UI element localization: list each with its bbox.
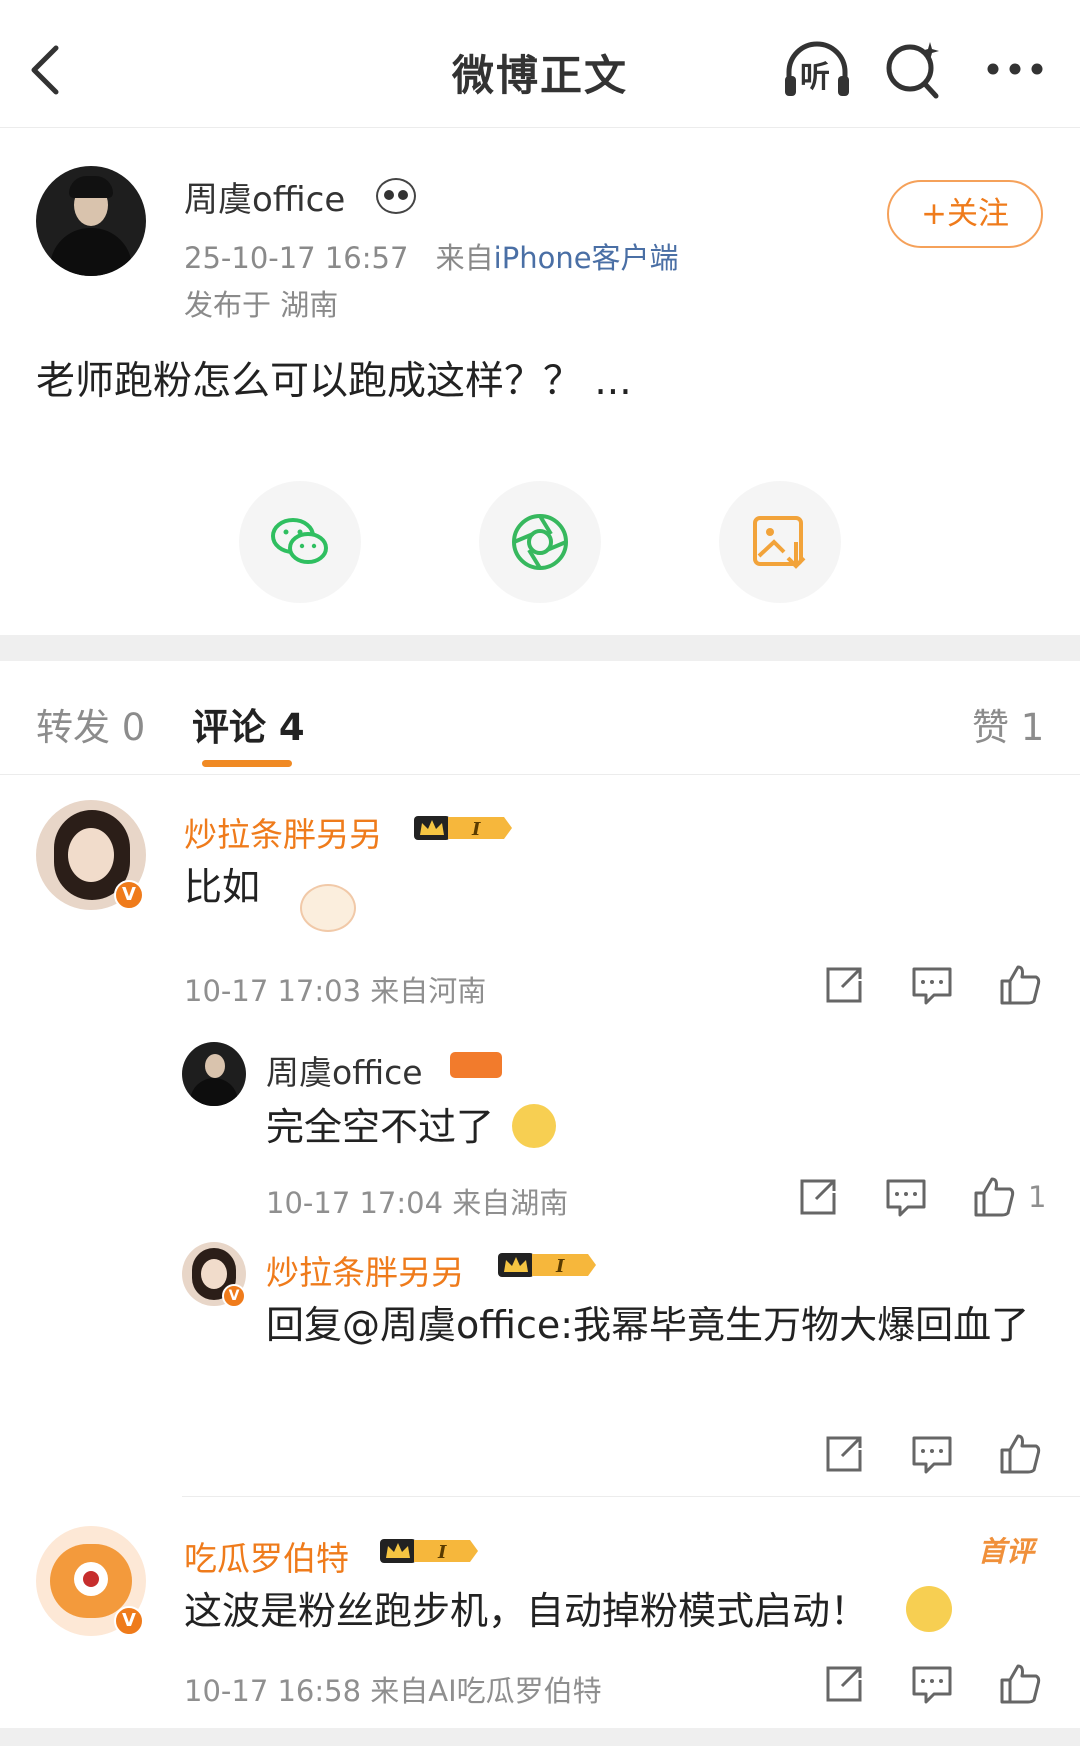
search-icon[interactable] [884,38,944,100]
commenter-name[interactable]: 炒拉条胖另另 [184,808,382,856]
comment-meta: 10-17 17:03 来自河南 [184,974,487,1008]
tab-repost[interactable]: 转发 0 [36,697,145,751]
commenter-name[interactable]: 吃瓜罗伯特 [184,1532,349,1580]
share-wechat-button[interactable] [239,481,361,603]
author-name[interactable]: 周虞office [184,172,345,221]
share-moments-button[interactable] [479,481,601,603]
post-location: 发布于 湖南 [184,288,339,322]
like-icon[interactable] [998,1662,1042,1706]
repost-icon[interactable] [822,1662,866,1706]
reply-icon[interactable] [910,963,954,1007]
save-image-button[interactable] [719,481,841,603]
vip-badge-icon: I [498,1253,596,1277]
vip-badge-icon: I [414,816,512,840]
crying-emoji-icon [512,1104,556,1148]
sticker-emoji-icon [300,884,356,932]
reply-avatar[interactable] [182,1042,246,1106]
post-time: 25-10-17 16:57 [184,241,409,275]
like-icon[interactable] [998,1432,1042,1476]
more-icon[interactable] [986,62,1044,76]
wechat-icon [271,518,328,564]
author-avatar[interactable] [36,166,146,276]
follow-button[interactable]: +关注 [887,180,1043,248]
active-tab-indicator [202,760,292,767]
like-count: 1 [1028,1180,1047,1214]
verified-badge: V [222,1284,246,1308]
moments-icon [512,514,568,570]
author-badge-icon [450,1052,502,1078]
reply-text[interactable]: 回复@周虞office:我幂毕竟生万物大爆回血了 [266,1296,1046,1354]
repost-icon[interactable] [822,963,866,1007]
listen-icon[interactable]: 听 [781,40,853,100]
svg-text:I: I [555,1256,565,1277]
svg-text:I: I [471,819,481,840]
reply-icon[interactable] [910,1662,954,1706]
comment-text[interactable]: 这波是粉丝跑步机，自动掉粉模式启动！ [184,1582,868,1640]
verified-badge: V [114,1606,144,1636]
listen-label: 听 [800,60,830,95]
tab-likes[interactable]: 赞 1 [972,697,1044,751]
comment-meta: 10-17 16:58 来自AI吃瓜罗伯特 [184,1674,602,1708]
post-text[interactable]: 老师跑粉怎么可以跑成这样？？ ... [36,350,632,406]
tab-comments[interactable]: 评论 4 [192,697,305,751]
repost-icon[interactable] [796,1175,840,1219]
laughing-emoji-icon [906,1586,952,1632]
section-divider [0,635,1080,661]
reply-author-name[interactable]: 炒拉条胖另另 [266,1246,464,1294]
reply-meta: 10-17 17:04 来自湖南 [266,1186,569,1220]
like-icon[interactable] [972,1175,1016,1219]
post-meta: 25-10-17 16:57 来自iPhone客户端 [184,235,679,277]
reply-icon[interactable] [884,1175,928,1219]
top-nav-bar: 微博正文 听 [0,0,1080,128]
vip-badge-icon: I [380,1539,478,1563]
first-comment-badge: 首评 [978,1535,1035,1568]
post-source[interactable]: iPhone客户端 [494,241,679,275]
repost-icon[interactable] [822,1432,866,1476]
comment-separator [182,1496,1080,1497]
reply-icon[interactable] [910,1432,954,1476]
reply-text[interactable]: 完全空不过了 [266,1098,494,1156]
bottom-divider [0,1728,1080,1746]
reply-author-name[interactable]: 周虞office [266,1046,423,1094]
post-source-prefix: 来自 [435,241,494,275]
save-image-icon [753,516,806,569]
like-icon[interactable] [998,963,1042,1007]
panda-emoji-icon [376,178,416,214]
verified-badge: V [114,880,144,910]
svg-text:I: I [437,1542,447,1563]
tabs-divider [0,774,1080,775]
comment-text[interactable]: 比如 [184,858,260,916]
